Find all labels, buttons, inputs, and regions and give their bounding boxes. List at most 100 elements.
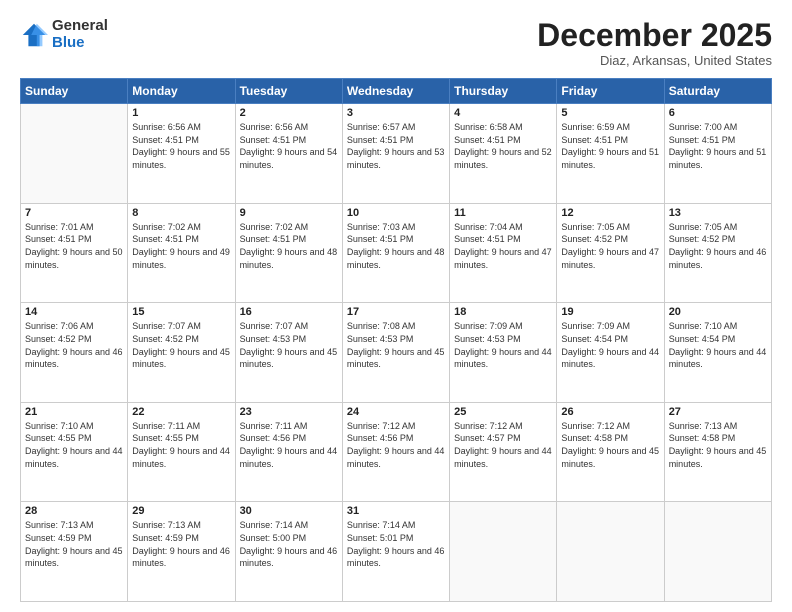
sunset-text: Sunset: 4:51 PM xyxy=(454,135,521,145)
table-row: 11 Sunrise: 7:04 AMSunset: 4:51 PMDayligh… xyxy=(450,203,557,303)
day-info: Sunrise: 7:12 AMSunset: 4:57 PMDaylight:… xyxy=(454,420,552,470)
day-info: Sunrise: 7:11 AMSunset: 4:55 PMDaylight:… xyxy=(132,420,230,470)
sunrise-text: Sunrise: 6:56 AM xyxy=(240,122,309,132)
sunset-text: Sunset: 4:59 PM xyxy=(25,533,92,543)
header: General Blue December 2025 Diaz, Arkansa… xyxy=(20,18,772,68)
day-number: 6 xyxy=(669,107,767,119)
day-number: 1 xyxy=(132,107,230,119)
sunrise-text: Sunrise: 7:08 AM xyxy=(347,321,416,331)
sunrise-text: Sunrise: 7:12 AM xyxy=(454,421,523,431)
daylight-text: Daylight: 9 hours and 46 minutes. xyxy=(132,546,230,569)
day-number: 5 xyxy=(561,107,659,119)
table-row: 19Sunrise: 7:09 AMSunset: 4:54 PMDayligh… xyxy=(557,303,664,403)
sunset-text: Sunset: 4:58 PM xyxy=(669,433,736,443)
table-row: 31Sunrise: 7:14 AMSunset: 5:01 PMDayligh… xyxy=(342,502,449,602)
table-row: 1Sunrise: 6:56 AMSunset: 4:51 PMDaylight… xyxy=(128,104,235,204)
daylight-text: Daylight: 9 hours and 45 minutes. xyxy=(132,347,230,370)
day-number: 17 xyxy=(347,306,445,318)
table-row: 15Sunrise: 7:07 AMSunset: 4:52 PMDayligh… xyxy=(128,303,235,403)
day-number: 7 xyxy=(25,207,123,219)
sunset-text: Sunset: 4:52 PM xyxy=(25,334,92,344)
logo-text: General Blue xyxy=(52,18,108,51)
sunset-text: Sunset: 4:51 PM xyxy=(25,234,92,244)
sunrise-text: Sunrise: 6:56 AM xyxy=(132,122,201,132)
logo-blue-text: Blue xyxy=(52,35,108,52)
daylight-text: Daylight: 9 hours and 46 minutes. xyxy=(669,247,767,270)
sunset-text: Sunset: 4:51 PM xyxy=(132,135,199,145)
day-info: Sunrise: 7:05 AMSunset: 4:52 PMDaylight:… xyxy=(561,221,659,271)
calendar-week-2: 7 Sunrise: 7:01 AM Sunset: 4:51 PM Daylight… xyxy=(21,203,772,303)
sunrise-text: Sunrise: 7:00 AM xyxy=(669,122,738,132)
table-row: 20Sunrise: 7:10 AMSunset: 4:54 PMDayligh… xyxy=(664,303,771,403)
table-row: 25 Sunrise: 7:12 AMSunset: 4:57 PMDayligh… xyxy=(450,402,557,502)
table-row: 3Sunrise: 6:57 AMSunset: 4:51 PMDaylight… xyxy=(342,104,449,204)
day-info: Sunrise: 7:00 AM Sunset: 4:51 PM Daylight:… xyxy=(669,121,767,171)
day-info: Sunrise: 6:59 AMSunset: 4:51 PMDaylight:… xyxy=(561,121,659,171)
table-row: 16Sunrise: 7:07 AMSunset: 4:53 PMDayligh… xyxy=(235,303,342,403)
day-info: Sunrise: 7:03 AMSunset: 4:51 PMDaylight:… xyxy=(347,221,445,271)
calendar-table: Sunday Monday Tuesday Wednesday Thursday… xyxy=(20,78,772,602)
day-info: Sunrise: 6:56 AM Sunset: 4:51 PM Daylight:… xyxy=(240,121,338,171)
location: Diaz, Arkansas, United States xyxy=(537,53,772,68)
sunset-text: Sunset: 4:51 PM xyxy=(669,135,736,145)
day-number: 30 xyxy=(240,505,338,517)
sunrise-text: Sunrise: 7:06 AM xyxy=(25,321,94,331)
col-friday: Friday xyxy=(557,79,664,104)
sunrise-text: Sunrise: 7:12 AM xyxy=(561,421,630,431)
daylight-text: Daylight: 9 hours and 53 minutes. xyxy=(347,147,445,170)
col-wednesday: Wednesday xyxy=(342,79,449,104)
day-info: Sunrise: 7:14 AMSunset: 5:01 PMDaylight:… xyxy=(347,519,445,569)
day-number: 23 xyxy=(240,406,338,418)
sunrise-text: Sunrise: 7:07 AM xyxy=(240,321,309,331)
day-number: 13 xyxy=(669,207,767,219)
col-thursday: Thursday xyxy=(450,79,557,104)
sunset-text: Sunset: 4:51 PM xyxy=(347,234,414,244)
daylight-text: Daylight: 9 hours and 48 minutes. xyxy=(347,247,445,270)
sunset-text: Sunset: 5:00 PM xyxy=(240,533,307,543)
month-title: December 2025 xyxy=(537,18,772,53)
daylight-text: Daylight: 9 hours and 45 minutes. xyxy=(669,446,767,469)
day-info: Sunrise: 7:09 AMSunset: 4:53 PMDaylight:… xyxy=(454,320,552,370)
table-row: 17 Sunrise: 7:08 AMSunset: 4:53 PMDayligh… xyxy=(342,303,449,403)
day-number: 29 xyxy=(132,505,230,517)
table-row: 24Sunrise: 7:12 AMSunset: 4:56 PMDayligh… xyxy=(342,402,449,502)
day-info: Sunrise: 6:56 AMSunset: 4:51 PMDaylight:… xyxy=(132,121,230,171)
daylight-text: Daylight: 9 hours and 44 minutes. xyxy=(132,446,230,469)
daylight-text: Daylight: 9 hours and 48 minutes. xyxy=(240,247,338,270)
day-number: 11 xyxy=(454,207,552,219)
daylight-text: Daylight: 9 hours and 50 minutes. xyxy=(25,247,123,270)
table-row: 13Sunrise: 7:05 AMSunset: 4:52 PMDayligh… xyxy=(664,203,771,303)
day-info: Sunrise: 7:08 AMSunset: 4:53 PMDaylight:… xyxy=(347,320,445,370)
sunrise-text: Sunrise: 7:04 AM xyxy=(454,222,523,232)
daylight-text: Daylight: 9 hours and 45 minutes. xyxy=(347,347,445,370)
day-number: 27 xyxy=(669,406,767,418)
sunset-text: Sunset: 4:51 PM xyxy=(240,135,307,145)
sunrise-text: Sunrise: 7:09 AM xyxy=(561,321,630,331)
calendar-header-row: Sunday Monday Tuesday Wednesday Thursday… xyxy=(21,79,772,104)
daylight-text: Daylight: 9 hours and 45 minutes. xyxy=(25,546,123,569)
table-row: 18Sunrise: 7:09 AMSunset: 4:53 PMDayligh… xyxy=(450,303,557,403)
sunrise-text: Sunrise: 7:12 AM xyxy=(347,421,416,431)
sunrise-text: Sunrise: 7:01 AM xyxy=(25,222,94,232)
title-block: December 2025 Diaz, Arkansas, United Sta… xyxy=(537,18,772,68)
sunrise-text: Sunrise: 7:05 AM xyxy=(669,222,738,232)
daylight-text: Daylight: 9 hours and 51 minutes. xyxy=(561,147,659,170)
sunset-text: Sunset: 4:56 PM xyxy=(347,433,414,443)
daylight-text: Daylight: 9 hours and 44 minutes. xyxy=(347,446,445,469)
daylight-text: Daylight: 9 hours and 51 minutes. xyxy=(669,147,767,170)
daylight-text: Daylight: 9 hours and 44 minutes. xyxy=(240,446,338,469)
daylight-text: Daylight: 9 hours and 47 minutes. xyxy=(454,247,552,270)
daylight-text: Daylight: 9 hours and 54 minutes. xyxy=(240,147,338,170)
sunset-text: Sunset: 4:59 PM xyxy=(132,533,199,543)
sunset-text: Sunset: 4:51 PM xyxy=(347,135,414,145)
sunrise-text: Sunrise: 7:13 AM xyxy=(669,421,738,431)
table-row: 21Sunrise: 7:10 AMSunset: 4:55 PMDayligh… xyxy=(21,402,128,502)
table-row xyxy=(557,502,664,602)
logo: General Blue xyxy=(20,18,108,51)
daylight-text: Daylight: 9 hours and 44 minutes. xyxy=(454,347,552,370)
day-info: Sunrise: 7:04 AMSunset: 4:51 PMDaylight:… xyxy=(454,221,552,271)
day-number: 25 xyxy=(454,406,552,418)
col-tuesday: Tuesday xyxy=(235,79,342,104)
sunset-text: Sunset: 4:56 PM xyxy=(240,433,307,443)
table-row: 4Sunrise: 6:58 AMSunset: 4:51 PMDaylight… xyxy=(450,104,557,204)
